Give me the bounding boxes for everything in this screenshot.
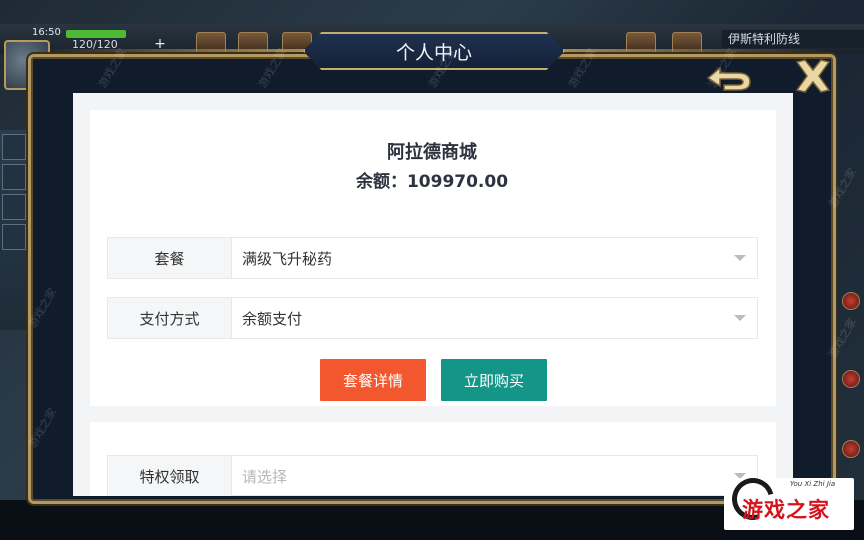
side-badge-icon[interactable] xyxy=(842,370,860,388)
balance-text: 余额：109970.00 xyxy=(355,172,509,192)
side-badge-icon[interactable] xyxy=(842,440,860,458)
payment-method-value: 余额支付 xyxy=(242,309,303,328)
privilege-label: 特权领取 xyxy=(108,456,232,496)
side-tab[interactable] xyxy=(2,224,26,250)
watermark-text: 游戏之家 xyxy=(742,497,830,522)
package-label: 套餐 xyxy=(108,238,232,278)
privilege-placeholder: 请选择 xyxy=(242,467,288,486)
energy-bar xyxy=(66,30,126,38)
title-ornament-left xyxy=(40,49,310,52)
watermark-subtext: You Xi Zhi Jia xyxy=(790,480,836,488)
clock-text: 16:50 xyxy=(32,27,61,38)
package-details-button[interactable]: 套餐详情 xyxy=(320,359,426,401)
game-screen: 16:50 120/120 + 伊斯特利防线 个人中心 阿拉德商城 余额：109… xyxy=(0,0,864,540)
buy-now-button[interactable]: 立即购买 xyxy=(441,359,547,401)
side-tab[interactable] xyxy=(2,194,26,220)
chevron-down-icon xyxy=(734,255,746,261)
payment-method-label: 支付方式 xyxy=(108,298,232,338)
package-value: 满级飞升秘药 xyxy=(242,249,333,268)
package-select[interactable]: 套餐 满级飞升秘药 xyxy=(107,237,758,279)
close-x-icon[interactable] xyxy=(793,58,833,94)
shop-name: 阿拉德商城 xyxy=(387,142,477,163)
privilege-select[interactable]: 特权领取 请选择 xyxy=(107,455,758,496)
payment-method-select[interactable]: 支付方式 余额支付 xyxy=(107,297,758,339)
side-badge-icon[interactable] xyxy=(842,292,860,310)
chevron-down-icon xyxy=(734,315,746,321)
quest-tracker[interactable]: 伊斯特利防线 xyxy=(722,30,864,48)
